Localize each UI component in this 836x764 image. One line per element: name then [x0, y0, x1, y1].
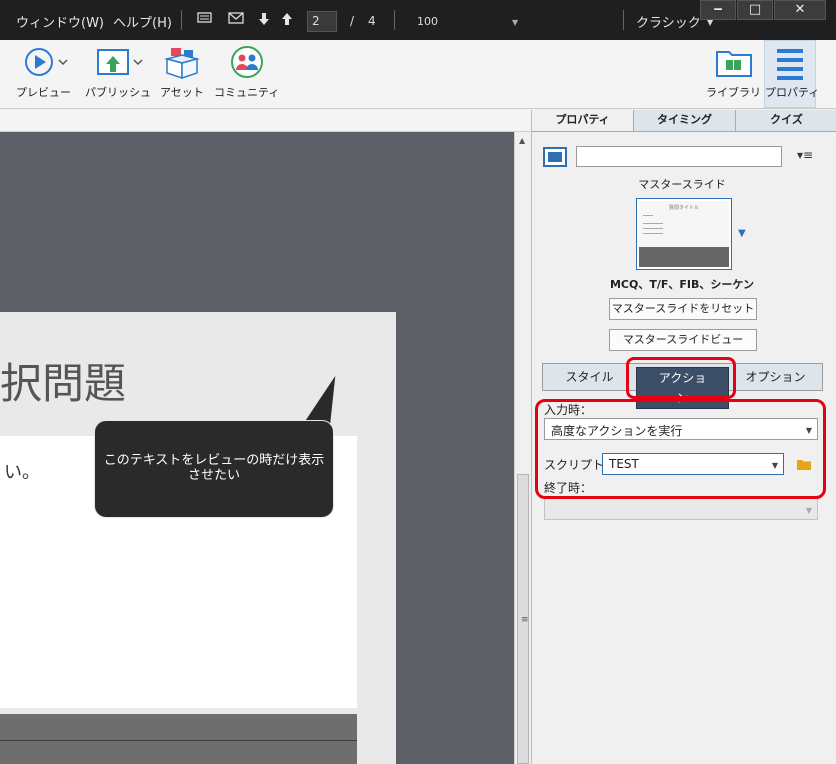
menu-window[interactable]: ウィンドウ(W)	[16, 12, 104, 31]
master-slide-dropdown-icon[interactable]: ▼	[738, 228, 746, 239]
object-name-input[interactable]	[576, 146, 782, 167]
on-exit-select[interactable]: ▼	[544, 498, 818, 520]
footer-divider	[0, 740, 357, 741]
grip-icon: ≡	[521, 615, 529, 625]
page-separator: /	[350, 14, 355, 28]
highlight-action-settings	[535, 399, 826, 499]
tab-quiz[interactable]: クイズ	[736, 110, 836, 131]
master-slide-label: マスタースライド	[638, 178, 726, 191]
assets-button[interactable]: アセット	[160, 46, 204, 100]
workspace-switcher[interactable]: クラシック	[636, 12, 701, 31]
master-slide-view-button[interactable]: マスタースライドビュー	[609, 329, 757, 351]
play-icon	[24, 48, 68, 76]
slide-stage[interactable]: 択問題 い。 このテキストをレビューの時だけ表示させたい	[0, 132, 514, 764]
tab-properties[interactable]: プロパティ	[532, 110, 634, 131]
scroll-thumb[interactable]: ≡	[517, 474, 529, 764]
highlight-action-tab	[626, 357, 736, 399]
thumbnail-footer	[639, 247, 729, 267]
arrow-down-icon[interactable]	[258, 12, 270, 30]
chevron-down-icon: ▼	[805, 506, 812, 515]
panel-tabs: プロパティ タイミング クイズ	[532, 110, 836, 132]
box-icon	[163, 48, 200, 80]
assets-label: アセット	[160, 86, 204, 99]
properties-panel: プロパティ タイミング クイズ ▾≡ マスタースライド 質問タイトル ▼ MCQ…	[531, 110, 836, 764]
toolbar: プレビュー パブリッシュ アセット コミュニティ ライブラリ プロパティ	[0, 40, 836, 109]
folder-library-icon	[715, 51, 752, 77]
publish-label: パブリッシュ	[85, 86, 151, 99]
mail-icon[interactable]	[228, 12, 244, 28]
minimize-button[interactable]: ‒	[700, 0, 736, 20]
slide-footer-area	[0, 714, 357, 764]
master-slide-thumbnail[interactable]: 質問タイトル	[636, 198, 732, 270]
scroll-up-icon[interactable]: ▲	[519, 136, 525, 145]
publish-button[interactable]: パブリッシュ	[85, 46, 151, 100]
preview-button[interactable]: プレビュー	[16, 46, 71, 100]
publish-icon	[97, 49, 143, 75]
slide-body-text: い。	[4, 462, 40, 483]
thumbnail-line	[643, 228, 663, 229]
slide-object-icon	[543, 147, 567, 167]
comment-icon[interactable]	[197, 12, 212, 29]
review-callout[interactable]: このテキストをレビューの時だけ表示させたい	[94, 420, 334, 518]
properties-button[interactable]: プロパティ	[764, 40, 820, 108]
menu-separator	[394, 10, 395, 30]
community-button[interactable]: コミュニティ	[214, 46, 279, 100]
hamburger-icon	[777, 49, 803, 80]
library-label: ライブラリ	[706, 86, 761, 99]
slide-title[interactable]: 択問題	[0, 350, 126, 411]
panel-menu-icon[interactable]: ▾≡	[797, 148, 813, 162]
ruler-strip	[0, 110, 531, 132]
page-total: 4	[368, 14, 376, 28]
thumbnail-line	[643, 233, 663, 234]
reset-master-slide-button[interactable]: マスタースライドをリセット	[609, 298, 757, 320]
vertical-scrollbar[interactable]: ▲ ≡	[514, 132, 531, 764]
close-button[interactable]: ✕	[774, 0, 826, 20]
page-number-input[interactable]: 2	[307, 11, 337, 32]
tab-timing[interactable]: タイミング	[634, 110, 736, 131]
community-label: コミュニティ	[214, 86, 280, 99]
thumbnail-line	[643, 215, 653, 216]
master-slide-name: MCQ、T/F、FIB、シーケン	[609, 278, 755, 291]
arrow-up-icon[interactable]	[281, 12, 293, 30]
community-icon	[230, 46, 263, 78]
properties-label: プロパティ	[765, 86, 820, 99]
menu-separator	[623, 10, 624, 30]
library-button[interactable]: ライブラリ	[706, 46, 761, 100]
menu-bar: ウィンドウ(W) ヘルプ(H) 2 / 4 100 ▼ クラシック ▼ ‒ □ …	[0, 0, 836, 40]
zoom-value[interactable]: 100	[417, 15, 438, 28]
thumbnail-title: 質問タイトル	[668, 205, 699, 211]
window-controls: ‒ □ ✕	[699, 0, 826, 22]
thumbnail-line	[643, 223, 663, 224]
zoom-dropdown-icon[interactable]: ▼	[512, 18, 518, 27]
menu-separator	[181, 10, 182, 30]
maximize-button[interactable]: □	[737, 0, 773, 20]
subtab-options[interactable]: オプション	[729, 364, 822, 390]
menu-help[interactable]: ヘルプ(H)	[113, 12, 172, 31]
preview-label: プレビュー	[16, 86, 71, 99]
subtab-style[interactable]: スタイル	[543, 364, 636, 390]
